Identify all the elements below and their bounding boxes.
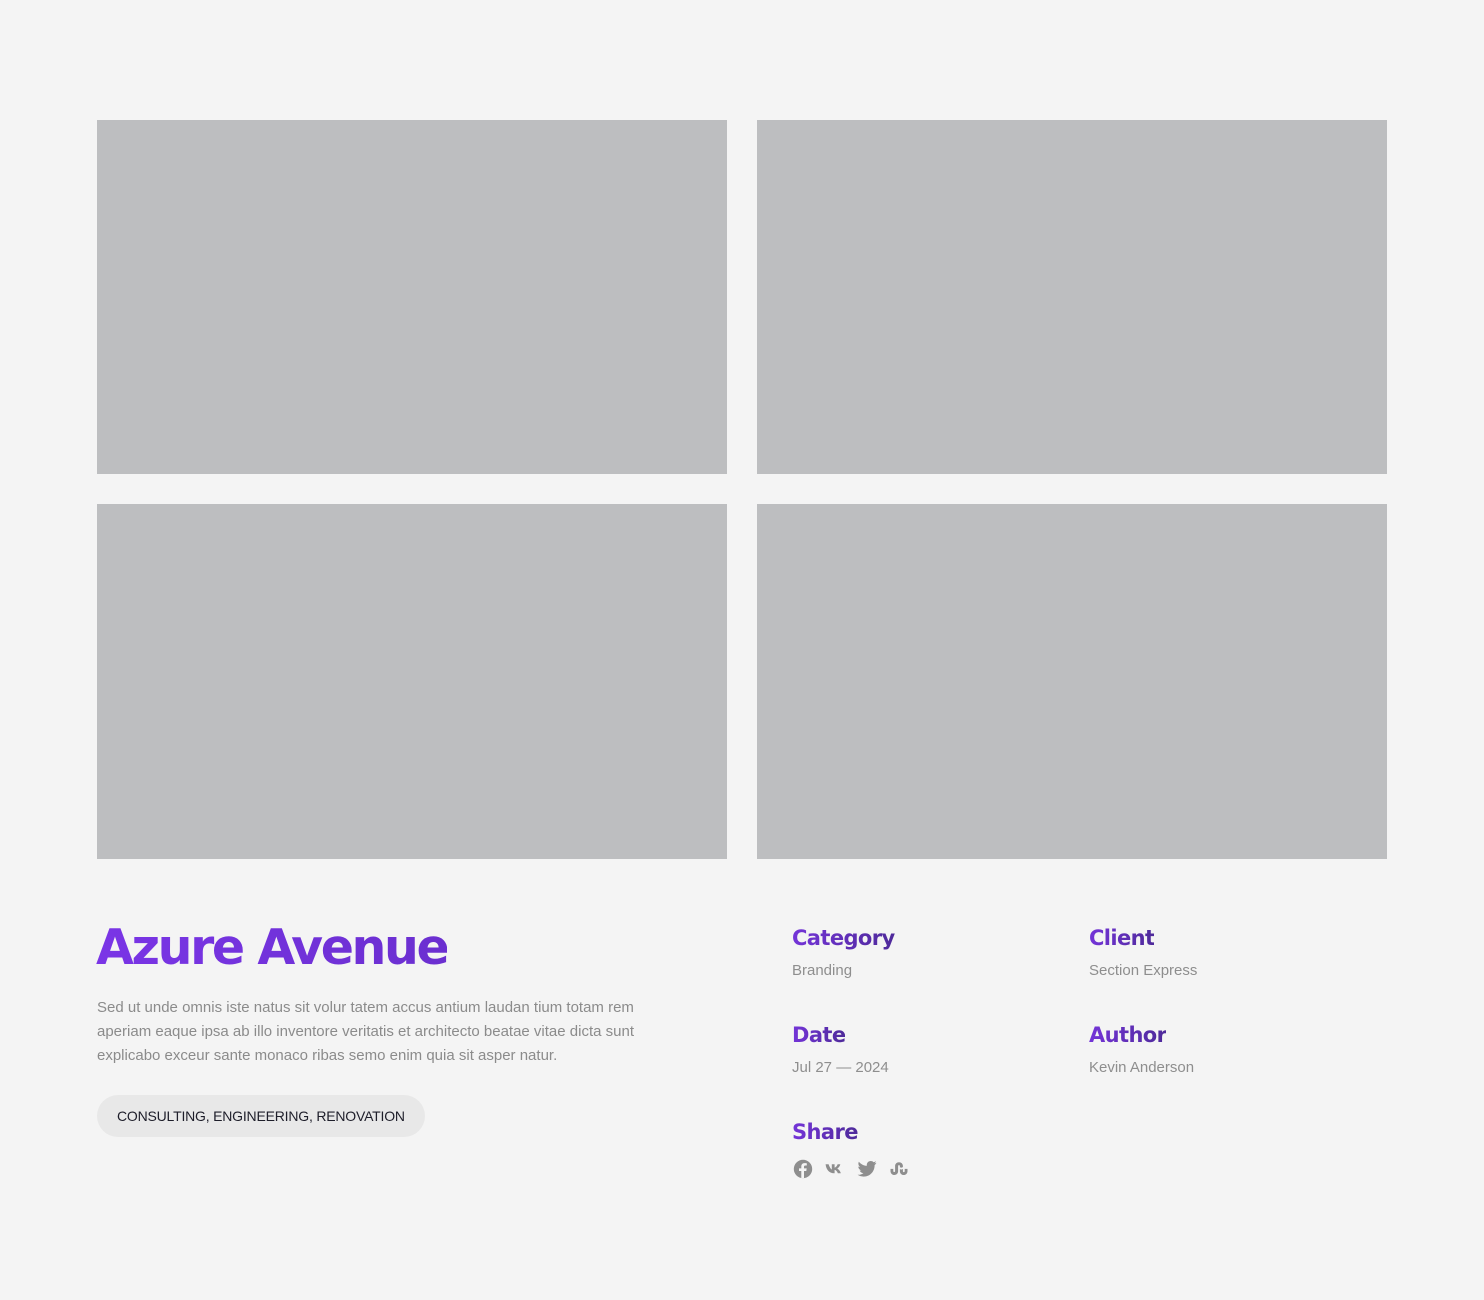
client-label: Client [1089, 926, 1155, 950]
share-icons [792, 1158, 909, 1179]
project-gallery [97, 120, 1387, 859]
date-value: Jul 27 — 2024 [792, 1059, 889, 1076]
project-image-1[interactable] [97, 120, 727, 474]
date-label: Date [792, 1023, 846, 1047]
share-label: Share [792, 1120, 858, 1144]
project-tags[interactable]: CONSULTING, ENGINEERING, RENOVATION [97, 1095, 425, 1137]
project-title: Azure Avenue [96, 919, 450, 976]
client-value: Section Express [1089, 962, 1198, 979]
author-value: Kevin Anderson [1089, 1059, 1195, 1076]
project-description: Sed ut unde omnis iste natus sit volur t… [97, 999, 634, 1064]
author-label: Author [1089, 1023, 1167, 1047]
project-image-3[interactable] [97, 504, 727, 859]
project-image-2[interactable] [757, 120, 1387, 474]
vk-icon[interactable] [824, 1158, 845, 1179]
category-value: Branding [792, 962, 853, 979]
stumbleupon-icon[interactable] [888, 1158, 909, 1179]
project-image-4[interactable] [757, 504, 1387, 859]
category-label: Category [792, 926, 895, 950]
project-detail-page: Azure Avenue Sed ut unde omnis iste natu… [0, 0, 1484, 1300]
twitter-icon[interactable] [856, 1158, 877, 1179]
facebook-icon[interactable] [792, 1158, 813, 1179]
